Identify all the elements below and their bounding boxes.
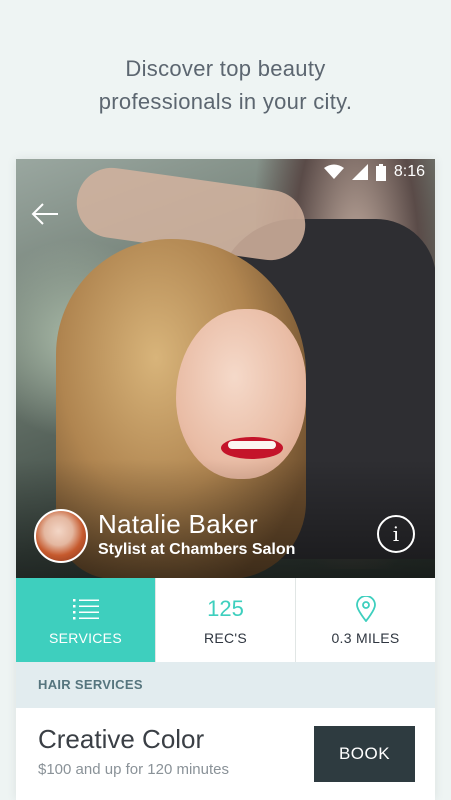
service-item: Creative Color $100 and up for 120 minut… bbox=[16, 708, 435, 800]
tab-services[interactable]: SERVICES bbox=[16, 578, 156, 662]
service-name: Creative Color bbox=[38, 724, 205, 754]
book-button[interactable]: BOOK bbox=[314, 726, 415, 782]
status-time: 8:16 bbox=[393, 163, 425, 180]
battery-icon bbox=[375, 163, 386, 181]
back-button[interactable] bbox=[30, 199, 60, 229]
profile-name: Natalie Baker bbox=[98, 509, 258, 539]
tab-recs-label: REC'S bbox=[203, 630, 248, 646]
arrow-left-icon bbox=[31, 203, 58, 225]
wifi-icon bbox=[323, 164, 344, 179]
tab-recs[interactable]: 125 REC'S bbox=[156, 578, 296, 662]
phone-screen: 8:16 Natalie Baker Stylist at Chambers S… bbox=[16, 159, 435, 800]
photo-client-smile bbox=[228, 441, 276, 449]
hero-photo: 8:16 Natalie Baker Stylist at Chambers S… bbox=[16, 159, 435, 578]
tagline: Discover top beauty professionals in you… bbox=[0, 52, 451, 118]
profile-title: Stylist at Chambers Salon bbox=[98, 541, 296, 558]
status-bar: 8:16 bbox=[323, 163, 425, 181]
tagline-line-2: professionals in your city. bbox=[98, 89, 353, 114]
profile-tabs: SERVICES 125 REC'S 0.3 MILES bbox=[16, 578, 435, 663]
cell-signal-icon bbox=[351, 164, 368, 180]
tab-distance[interactable]: 0.3 MILES bbox=[296, 578, 435, 662]
section-header: HAIR SERVICES bbox=[16, 662, 435, 708]
tab-distance-label: 0.3 MILES bbox=[331, 630, 400, 646]
recs-count: 125 bbox=[207, 596, 244, 621]
list-icon bbox=[72, 594, 99, 624]
tab-services-label: SERVICES bbox=[49, 630, 122, 646]
info-button[interactable]: i bbox=[377, 515, 415, 553]
service-detail: $100 and up for 120 minutes bbox=[38, 761, 229, 778]
map-pin-icon bbox=[355, 594, 376, 624]
tagline-line-1: Discover top beauty bbox=[125, 56, 326, 81]
avatar[interactable] bbox=[34, 509, 88, 563]
